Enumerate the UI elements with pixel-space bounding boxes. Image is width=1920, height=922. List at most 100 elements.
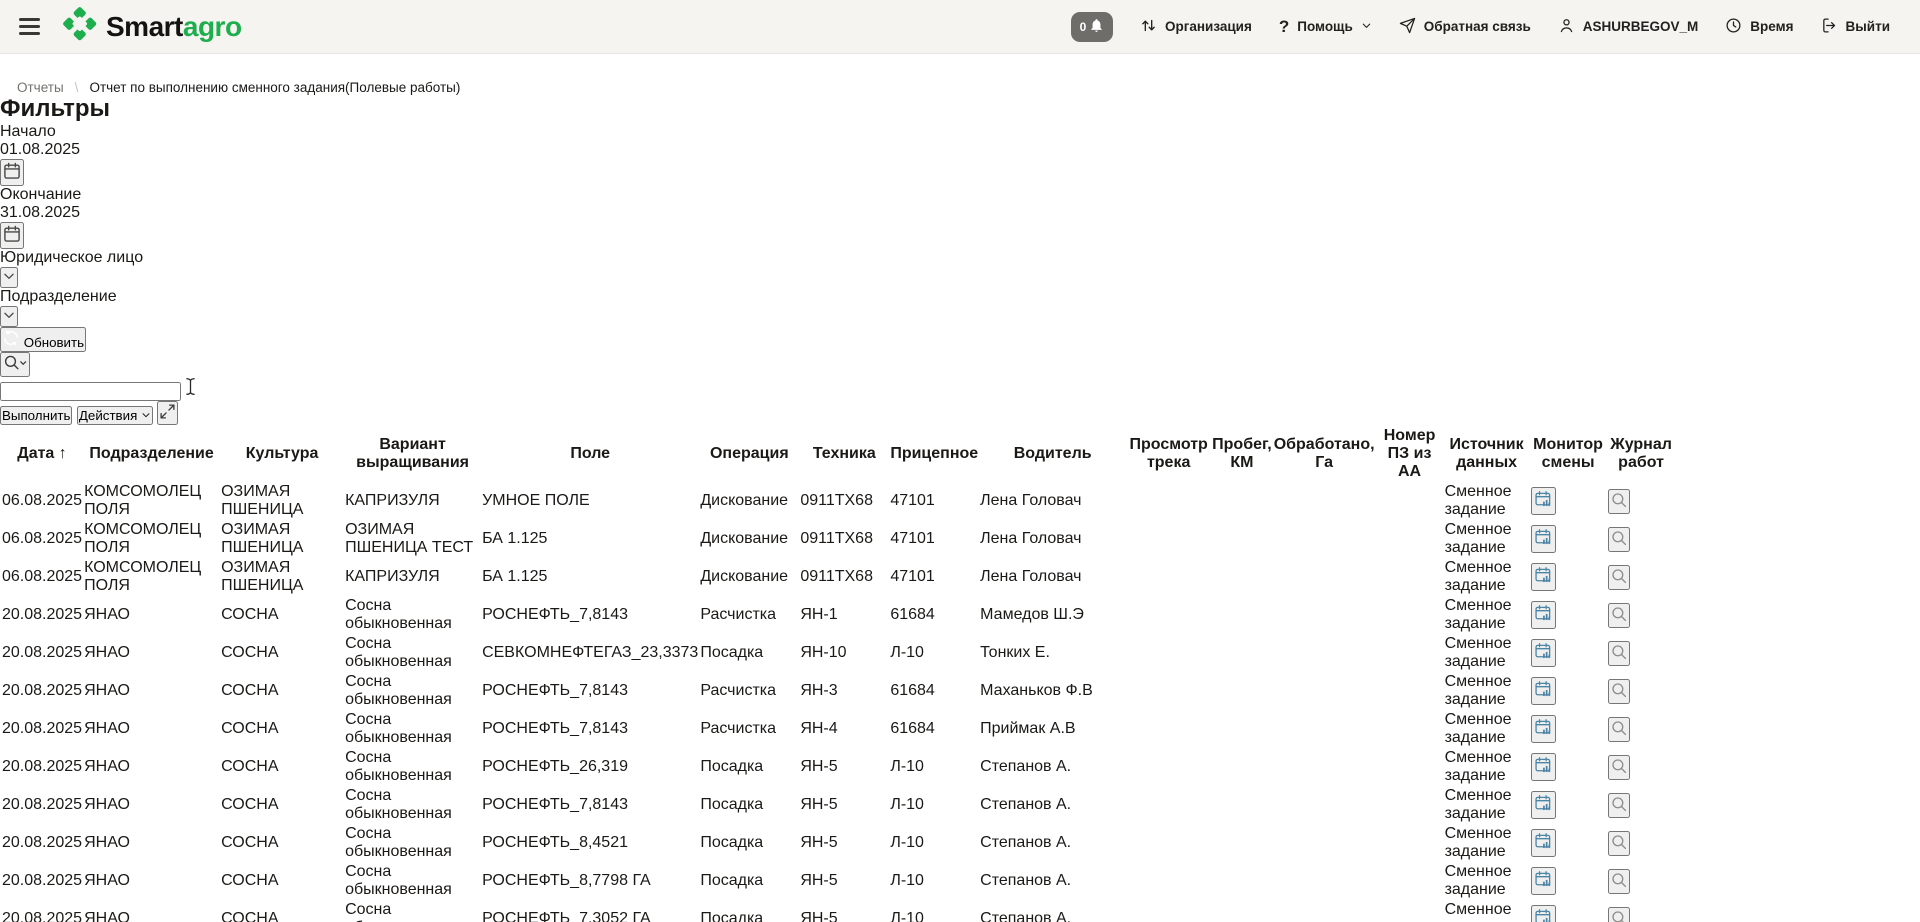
- shift-monitor-button[interactable]: [1531, 677, 1556, 705]
- start-date-calendar-button[interactable]: [0, 159, 24, 186]
- cell-vehicle: ЯН-5: [800, 787, 888, 823]
- time-button[interactable]: Время: [1725, 17, 1793, 37]
- end-date-field[interactable]: Окончание 31.08.2025: [0, 186, 1920, 222]
- column-header-processed[interactable]: Обработано, Га: [1274, 427, 1375, 481]
- cell-trailer: 47101: [890, 559, 978, 595]
- work-log-button[interactable]: [1608, 907, 1630, 922]
- work-log-button[interactable]: [1608, 641, 1630, 666]
- column-header-order-number[interactable]: Номер ПЗ из АА: [1377, 427, 1443, 481]
- cell-driver: Приймак А.В: [980, 711, 1125, 747]
- column-header-operation[interactable]: Операция: [700, 427, 798, 481]
- shift-monitor-button[interactable]: [1531, 563, 1556, 591]
- end-date-label: Окончание: [0, 186, 81, 203]
- cell-operation: Посадка: [700, 749, 798, 785]
- table-row: 20.08.2025 ЯНАО СОСНА Сосна обыкновенная…: [2, 825, 1675, 861]
- maximize-button[interactable]: [157, 401, 178, 425]
- cell-culture: СОСНА: [221, 863, 343, 899]
- logout-button[interactable]: Выйти: [1821, 17, 1891, 37]
- cell-division: КОМСОМОЛЕЦ ПОЛЯ: [84, 559, 219, 595]
- cell-vehicle: 0911ТХ68: [800, 521, 888, 557]
- notifications-button[interactable]: 0: [1071, 12, 1113, 42]
- cell-field: БА 1.125: [482, 559, 698, 595]
- person-icon: [1558, 17, 1575, 37]
- cell-field: РОСНЕФТЬ_26,319: [482, 749, 698, 785]
- organization-button[interactable]: Организация: [1140, 17, 1252, 37]
- legal-entity-select[interactable]: Юридическое лицо: [0, 249, 1920, 267]
- cell-field: РОСНЕФТЬ_7,8143: [482, 787, 698, 823]
- column-header-driver[interactable]: Водитель: [980, 427, 1125, 481]
- column-header-shift-monitor[interactable]: Монитор смены: [1531, 427, 1606, 481]
- work-log-button[interactable]: [1608, 717, 1630, 742]
- column-header-trailer[interactable]: Прицепное: [890, 427, 978, 481]
- cell-vehicle: 0911ТХ68: [800, 483, 888, 519]
- search-options-button[interactable]: [0, 352, 30, 377]
- calendar-chart-icon: [1533, 574, 1554, 589]
- work-log-button[interactable]: [1608, 527, 1630, 552]
- cell-vehicle: ЯН-10: [800, 635, 888, 671]
- actions-menu-button[interactable]: Действия: [77, 406, 153, 425]
- work-log-button[interactable]: [1608, 869, 1630, 894]
- shift-monitor-button[interactable]: [1531, 753, 1556, 781]
- work-log-button[interactable]: [1608, 489, 1630, 514]
- column-header-data-source[interactable]: Источник данных: [1445, 427, 1529, 481]
- shift-monitor-button[interactable]: [1531, 601, 1556, 629]
- column-header-culture[interactable]: Культура: [221, 427, 343, 481]
- shift-monitor-button[interactable]: [1531, 905, 1556, 922]
- column-header-vehicle[interactable]: Техника: [800, 427, 888, 481]
- column-header-division[interactable]: Подразделение: [84, 427, 219, 481]
- end-date-calendar-button[interactable]: [0, 222, 24, 249]
- work-log-button[interactable]: [1608, 603, 1630, 628]
- shift-monitor-button[interactable]: [1531, 791, 1556, 819]
- cell-division: ЯНАО: [84, 825, 219, 861]
- cell-vehicle: ЯН-1: [800, 597, 888, 633]
- shift-monitor-button[interactable]: [1531, 639, 1556, 667]
- feedback-button[interactable]: Обратная связь: [1399, 17, 1531, 37]
- cell-division: ЯНАО: [84, 711, 219, 747]
- shift-monitor-button[interactable]: [1531, 487, 1556, 515]
- work-log-button[interactable]: [1608, 755, 1630, 780]
- search-input[interactable]: [0, 382, 181, 401]
- calendar-icon: [2, 169, 22, 184]
- cell-data-source: Сменное задание: [1445, 635, 1529, 671]
- cell-vehicle: ЯН-5: [800, 749, 888, 785]
- work-log-button[interactable]: [1608, 679, 1630, 704]
- user-button[interactable]: ASHURBEGOV_M: [1558, 17, 1699, 37]
- start-date-value: 01.08.2025: [0, 141, 1920, 159]
- shift-monitor-button[interactable]: [1531, 715, 1556, 743]
- work-log-button[interactable]: [1608, 831, 1630, 856]
- cell-processed: [1274, 521, 1375, 557]
- calendar-chart-icon: [1533, 802, 1554, 817]
- column-header-mileage[interactable]: Пробег, КМ: [1212, 427, 1272, 481]
- department-select[interactable]: Подразделение: [0, 288, 1920, 306]
- help-button[interactable]: ? Помощь: [1279, 17, 1372, 37]
- work-log-button[interactable]: [1608, 793, 1630, 818]
- column-header-work-log[interactable]: Журнал работ: [1608, 427, 1675, 481]
- calendar-chart-icon: [1533, 764, 1554, 779]
- execute-button[interactable]: Выполнить: [0, 406, 72, 425]
- cell-order-number: [1377, 749, 1443, 785]
- column-header-variant[interactable]: Вариант выращивания: [345, 427, 480, 481]
- cell-mileage: [1212, 635, 1272, 671]
- column-header-date[interactable]: Дата ↑: [2, 427, 82, 481]
- breadcrumb-parent[interactable]: Отчеты: [17, 80, 64, 95]
- legal-entity-dropdown-button[interactable]: [0, 267, 18, 288]
- cell-operation: Расчистка: [700, 673, 798, 709]
- cell-data-source: Сменное задание: [1445, 559, 1529, 595]
- start-date-field[interactable]: Начало 01.08.2025: [0, 123, 1920, 159]
- cell-culture: СОСНА: [221, 635, 343, 671]
- work-log-button[interactable]: [1608, 565, 1630, 590]
- logo[interactable]: Smartagro: [62, 6, 242, 47]
- cell-processed: [1274, 673, 1375, 709]
- cell-order-number: [1377, 901, 1443, 922]
- column-header-field[interactable]: Поле: [482, 427, 698, 481]
- shift-monitor-button[interactable]: [1531, 867, 1556, 895]
- cell-data-source: Сменное задание: [1445, 749, 1529, 785]
- notification-count-badge: 0: [1080, 20, 1087, 34]
- shift-monitor-button[interactable]: [1531, 525, 1556, 553]
- menu-button[interactable]: [15, 14, 44, 39]
- column-header-track-view[interactable]: Просмотр трека: [1127, 427, 1210, 481]
- department-dropdown-button[interactable]: [0, 306, 18, 327]
- shift-monitor-button[interactable]: [1531, 829, 1556, 857]
- refresh-button[interactable]: Обновить: [0, 327, 86, 352]
- start-date-label: Начало: [0, 123, 56, 140]
